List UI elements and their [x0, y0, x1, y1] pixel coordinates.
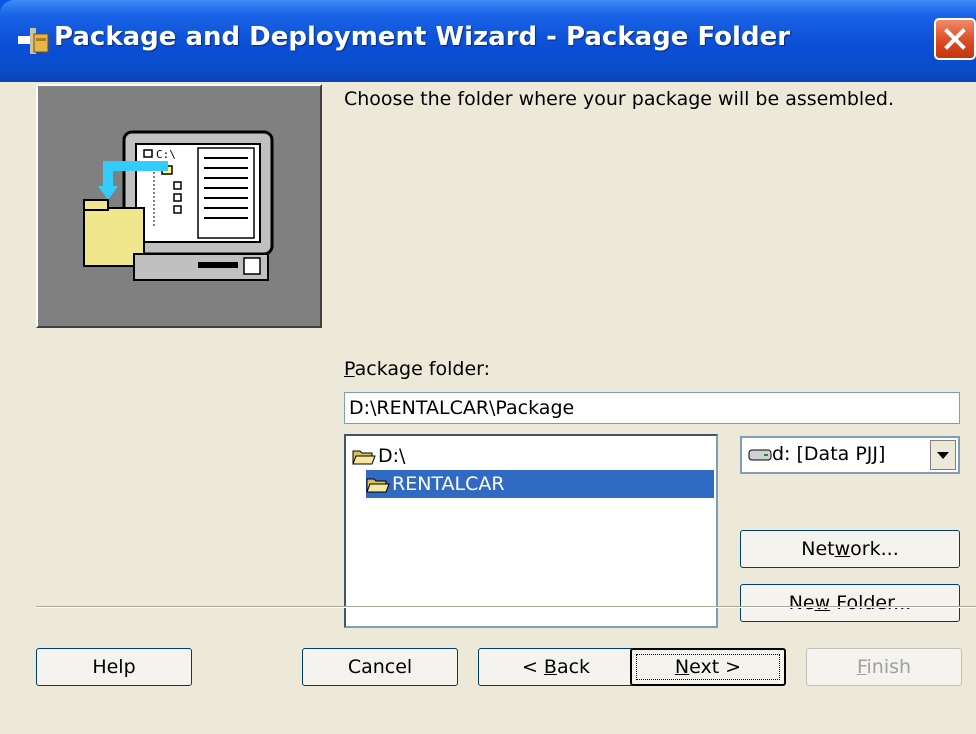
title-bar[interactable]: Package and Deployment Wizard - Package …	[0, 0, 976, 82]
btn-accel: B	[543, 656, 557, 678]
tree-item-drive-root[interactable]: D:\	[352, 442, 405, 470]
tree-item-label: RENTALCAR	[392, 473, 505, 495]
close-icon	[944, 28, 966, 50]
tree-item-rentalcar[interactable]: RENTALCAR	[366, 470, 714, 498]
footer-divider	[36, 606, 976, 608]
package-wizard-icon	[16, 24, 50, 58]
folder-tree[interactable]: D:\ RENTALCAR	[344, 434, 718, 628]
dropdown-arrow-button[interactable]	[930, 440, 956, 470]
wizard-window: Package and Deployment Wizard - Package …	[0, 0, 976, 734]
label-rest: ackage folder:	[354, 358, 491, 380]
btn-text: Cancel	[347, 656, 413, 678]
finish-button[interactable]: Finish	[806, 648, 962, 686]
new-folder-button[interactable]: New Folder...	[740, 584, 960, 622]
btn-text: <	[521, 656, 544, 678]
next-button[interactable]: Next >	[630, 648, 786, 686]
btn-text: ack	[556, 656, 591, 678]
btn-text: Ne	[788, 592, 815, 614]
package-folder-input[interactable]	[344, 392, 960, 424]
window-title: Package and Deployment Wizard - Package …	[54, 22, 791, 52]
label-accel: P	[344, 358, 355, 380]
instruction-text: Choose the folder where your package wil…	[344, 88, 894, 110]
btn-accel: w	[834, 538, 851, 560]
illustration-drive-label: C:\	[156, 148, 176, 161]
chevron-down-icon	[937, 452, 949, 459]
wizard-illustration: C:\	[36, 84, 322, 328]
btn-text: Folder...	[830, 592, 912, 614]
btn-text: inish	[866, 656, 912, 678]
drive-select[interactable]: d: [Data PJJ]	[740, 436, 960, 474]
btn-text: Help	[92, 656, 136, 678]
open-folder-icon	[352, 450, 376, 464]
focus-rect	[636, 654, 780, 680]
close-button[interactable]	[934, 18, 976, 60]
tree-item-label: D:\	[378, 445, 406, 467]
network-button[interactable]: Network...	[740, 530, 960, 568]
package-folder-label: Package folder:	[344, 358, 490, 380]
btn-text: ork...	[850, 538, 899, 560]
btn-accel: w	[814, 592, 831, 614]
btn-text: Net	[801, 538, 835, 560]
help-button[interactable]: Help	[36, 648, 192, 686]
cancel-button[interactable]: Cancel	[302, 648, 458, 686]
dialog-body: C:\ Choose the folder where your package…	[0, 82, 976, 734]
drive-select-value: d: [Data PJJ]	[748, 443, 885, 465]
open-folder-icon	[366, 478, 390, 492]
hard-drive-icon	[748, 449, 772, 460]
drive-select-label: d: [Data PJJ]	[772, 443, 886, 465]
btn-accel: F	[856, 656, 867, 678]
back-button[interactable]: < Back	[478, 648, 634, 686]
